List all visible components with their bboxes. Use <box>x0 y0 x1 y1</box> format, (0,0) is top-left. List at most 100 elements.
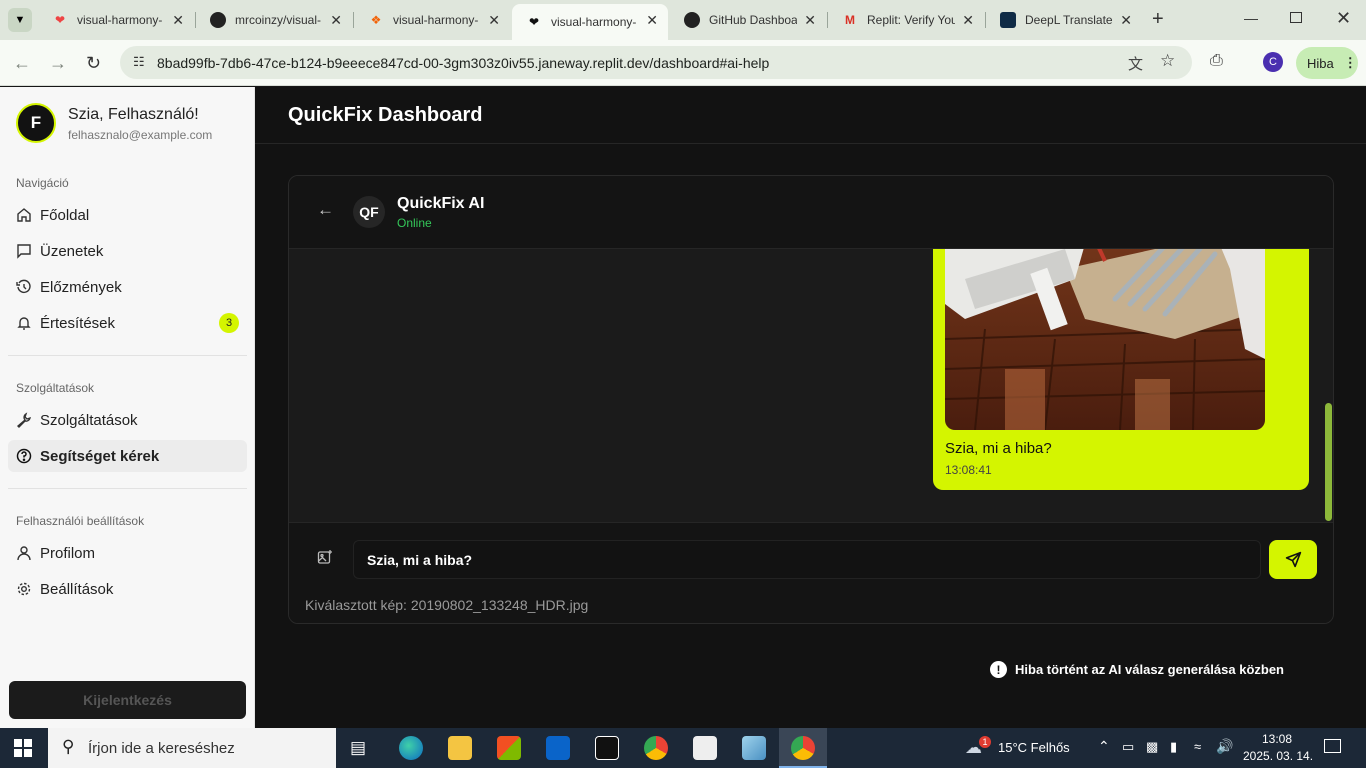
history-icon <box>16 279 31 293</box>
bot-status: Online <box>397 216 432 230</box>
chat-card: ← QF QuickFix AI Online Szia, mi a hiba?… <box>288 175 1334 624</box>
back-arrow-icon[interactable]: ← <box>317 200 334 220</box>
alert-circle-icon: ! <box>990 661 1007 678</box>
home-icon <box>17 208 31 222</box>
notification-center-icon[interactable] <box>1324 739 1341 753</box>
sidebar-item-notifications[interactable]: Értesítések 3 <box>8 307 247 339</box>
reload-icon[interactable]: ↻ <box>86 53 101 74</box>
section-label-user-settings: Felhasználói beállítások <box>16 514 145 528</box>
page-title: QuickFix Dashboard <box>288 104 483 126</box>
close-tab-icon[interactable]: ✕ <box>962 12 974 29</box>
tab-search-dropdown[interactable]: ▼ <box>8 8 32 32</box>
error-menu-button[interactable]: Hiba ⋮ <box>1296 47 1358 79</box>
microsoft-store-icon[interactable] <box>497 736 521 760</box>
sidebar-item-services[interactable]: Szolgáltatások <box>8 404 247 436</box>
divider <box>8 488 247 489</box>
chrome-icon[interactable] <box>644 736 668 760</box>
bot-name: QuickFix AI <box>397 195 485 212</box>
section-label-navigation: Navigáció <box>16 176 69 190</box>
browser-tab[interactable]: DeepL Translate: ✕ <box>986 4 1142 36</box>
sidebar-item-history[interactable]: Előzmények <box>8 271 247 303</box>
browser-tab[interactable]: mrcoinzy/visual- ✕ <box>196 4 352 36</box>
file-explorer-icon[interactable] <box>448 736 472 760</box>
wifi-icon[interactable]: ≈ <box>1194 739 1201 754</box>
attached-photo[interactable] <box>945 249 1265 430</box>
url-text[interactable]: 8bad99fb-7db6-47ce-b124-b9eeece847cd-00-… <box>157 55 769 71</box>
weather-text[interactable]: 15°C Felhős <box>998 740 1070 755</box>
browser-tab-bar: ▼ ❤ visual-harmony- ✕ mrcoinzy/visual- ✕… <box>0 0 1366 40</box>
sidebar-item-label: Főoldal <box>40 206 90 224</box>
close-tab-icon[interactable]: ✕ <box>330 12 342 29</box>
sidebar-item-settings[interactable]: Beállítások <box>8 573 247 605</box>
clock-date[interactable]: 2025. 03. 14. <box>1243 749 1313 763</box>
network-off-icon[interactable]: ▭ <box>1122 739 1134 755</box>
sidebar-item-messages[interactable]: Üzenetek <box>8 235 247 267</box>
image-upload-icon[interactable] <box>317 549 333 570</box>
close-tab-icon[interactable]: ✕ <box>646 12 658 29</box>
gmail-favicon-icon: M <box>845 13 855 27</box>
user-icon <box>17 546 31 561</box>
battery-icon[interactable]: ▮ <box>1170 739 1177 755</box>
browser-tab[interactable]: GitHub Dashboar ✕ <box>670 4 826 36</box>
windows-taskbar: ⚲ Írjon ide a kereséshez ▤ ☁ 1 15°C Felh… <box>0 728 1366 768</box>
profile-avatar[interactable]: C <box>1263 52 1283 72</box>
github-favicon-icon <box>210 12 226 28</box>
task-view-icon[interactable]: ▤ <box>350 738 366 758</box>
minimize-icon[interactable]: — <box>1244 10 1258 26</box>
weather-badge: 1 <box>979 736 991 748</box>
user-greeting: Szia, Felhasználó! <box>68 106 199 123</box>
sidebar-item-help[interactable]: Segítséget kérek <box>8 440 247 472</box>
sidebar-item-label: Beállítások <box>40 580 114 598</box>
close-tab-icon[interactable]: ✕ <box>1120 12 1132 29</box>
restore-icon[interactable] <box>1290 12 1302 23</box>
browser-tab[interactable]: ❖ visual-harmony- ✕ <box>354 4 510 36</box>
close-tab-icon[interactable]: ✕ <box>172 12 184 29</box>
app-icon[interactable] <box>693 736 717 760</box>
translate-icon[interactable]: 文 <box>1128 53 1143 74</box>
new-tab-icon[interactable]: + <box>1152 8 1164 31</box>
chat-message-input[interactable]: Szia, mi a hiba? <box>353 540 1261 579</box>
sidebar-item-label: Profilom <box>40 544 96 562</box>
outlook-icon[interactable] <box>546 736 570 760</box>
app-icon[interactable] <box>742 736 766 760</box>
close-window-icon[interactable]: ✕ <box>1336 8 1351 29</box>
help-circle-icon <box>16 448 32 464</box>
tab-title: visual-harmony- <box>551 15 637 29</box>
tab-title: visual-harmony- <box>77 13 163 27</box>
sidebar-item-home[interactable]: Főoldal <box>8 199 247 231</box>
sidebar-item-label: Előzmények <box>40 278 122 296</box>
volume-icon[interactable]: 🔊 <box>1216 738 1233 755</box>
bot-avatar: QF <box>353 196 385 228</box>
message-list[interactable]: Szia, mi a hiba? 13:08:41 <box>289 249 1333 522</box>
windows-start-icon[interactable] <box>14 739 32 757</box>
sidebar-item-label: Segítséget kérek <box>40 447 160 465</box>
logout-button[interactable]: Kijelentkezés <box>9 681 246 719</box>
divider <box>8 355 247 356</box>
chrome-active-window[interactable] <box>779 728 827 768</box>
capcut-icon[interactable] <box>595 736 619 760</box>
send-button[interactable] <box>1269 540 1317 579</box>
sidebar-item-profile[interactable]: Profilom <box>8 537 247 569</box>
taskbar-search[interactable]: ⚲ Írjon ide a kereséshez <box>48 728 336 768</box>
tab-title: GitHub Dashboar <box>709 13 797 27</box>
forward-arrow-icon[interactable]: → <box>49 53 67 74</box>
browser-tab-active[interactable]: ❤ visual-harmony- ✕ <box>512 4 668 40</box>
sidebar: F Szia, Felhasználó! felhasznalo@example… <box>0 87 255 728</box>
bookmark-star-icon[interactable]: ☆ <box>1160 51 1175 71</box>
url-bar[interactable]: ☷ 8bad99fb-7db6-47ce-b124-b9eeece847cd-0… <box>120 46 1192 79</box>
chevron-up-icon[interactable]: ⌃ <box>1098 738 1110 755</box>
close-tab-icon[interactable]: ✕ <box>488 12 500 29</box>
main-header: QuickFix Dashboard <box>255 87 1366 144</box>
edge-icon[interactable] <box>399 736 423 760</box>
app-tray-icon[interactable]: ▩ <box>1146 739 1158 755</box>
user-email: felhasznalo@example.com <box>68 128 213 142</box>
site-info-icon[interactable]: ☷ <box>133 54 145 70</box>
clock-time[interactable]: 13:08 <box>1262 732 1292 746</box>
browser-tab[interactable]: ❤ visual-harmony- ✕ <box>38 4 194 36</box>
extensions-icon[interactable]: ⎙ <box>1210 52 1223 70</box>
scrollbar-thumb[interactable] <box>1325 403 1332 521</box>
back-arrow-icon[interactable]: ← <box>13 53 31 74</box>
chat-composer: Szia, mi a hiba? Kiválasztott kép: 20190… <box>289 522 1333 623</box>
close-tab-icon[interactable]: ✕ <box>804 12 816 29</box>
browser-tab[interactable]: M Replit: Verify You ✕ <box>828 4 984 36</box>
